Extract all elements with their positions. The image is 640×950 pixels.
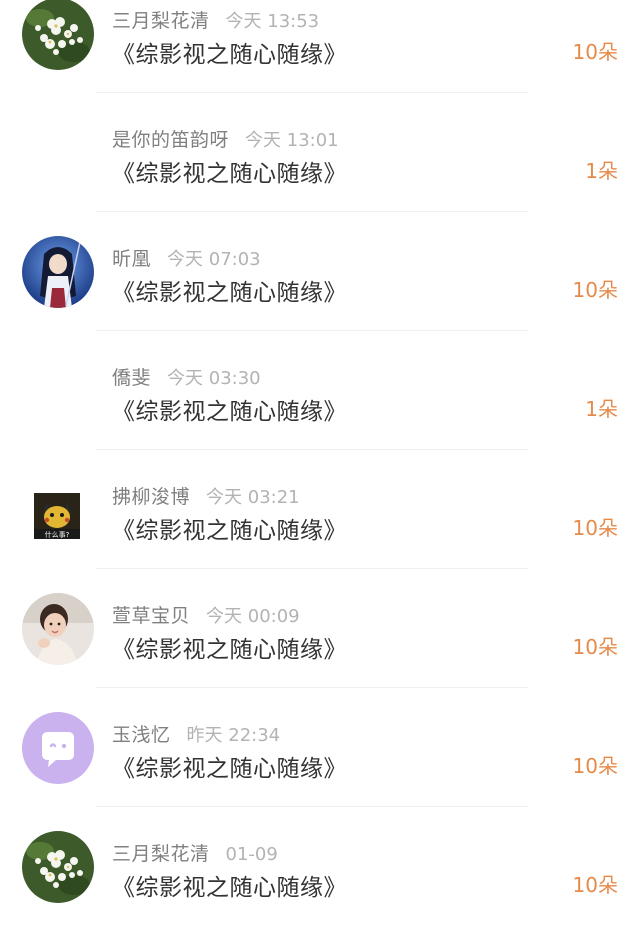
avatar-caption: 什么事? [45,530,70,539]
row-meta: 萱草宝贝 今天 00:09 [112,601,300,628]
work-title[interactable]: 《综影视之随心随缘》 [112,511,347,545]
username[interactable]: 拂柳浚博 [112,486,190,508]
pikachu-avatar-icon: 什么事? [34,493,80,539]
work-title[interactable]: 《综影视之随心随缘》 [112,868,347,902]
gift-count: 10朵 [572,516,618,540]
username[interactable]: 三月梨花清 [112,843,210,865]
list-item[interactable]: 昕凰 今天 07:03 《综影视之随心随缘》 10朵 [0,236,640,355]
list-item[interactable]: 萱草宝贝 今天 00:09 《综影视之随心随缘》 10朵 [0,593,640,712]
work-title[interactable]: 《综影视之随心随缘》 [112,392,347,426]
work-title[interactable]: 《综影视之随心随缘》 [112,35,347,69]
gift-record-list: 三月梨花清 今天 13:53 《综影视之随心随缘》 10朵 是你的笛韵呀 今天 13… [0,0,640,950]
row-meta: 三月梨花清 今天 13:53 [112,6,319,33]
list-item[interactable]: 是你的笛韵呀 今天 13:01 《综影视之随心随缘》 1朵 [0,117,640,236]
timestamp: 昨天 22:34 [186,725,281,746]
divider [96,92,528,93]
divider [96,211,528,212]
timestamp: 今天 13:53 [225,11,320,32]
row-meta: 拂柳浚博 今天 03:21 [112,482,300,509]
divider [96,330,528,331]
avatar[interactable] [22,236,94,308]
divider [96,568,528,569]
divider [96,449,528,450]
timestamp: 今天 07:03 [167,249,261,270]
flower-avatar-icon [22,831,94,903]
timestamp: 01-09 [225,844,278,865]
row-meta: 僑斐 今天 03:30 [112,363,261,390]
gift-count: 10朵 [572,754,618,778]
username[interactable]: 玉浅忆 [112,724,171,746]
timestamp: 今天 13:01 [245,130,339,151]
timestamp: 今天 03:30 [167,368,261,389]
avatar[interactable] [22,831,94,903]
timestamp: 今天 00:09 [206,606,300,627]
gift-count: 10朵 [572,873,618,897]
divider [96,687,528,688]
list-item[interactable]: 僑斐 今天 03:30 《综影视之随心随缘》 1朵 [0,355,640,474]
chat-bubble-avatar-icon [22,712,94,784]
row-meta: 三月梨花清 01-09 [112,839,278,866]
avatar[interactable] [22,0,94,70]
work-title[interactable]: 《综影视之随心随缘》 [112,630,347,664]
username[interactable]: 是你的笛韵呀 [112,129,229,151]
divider [96,806,528,807]
work-title[interactable]: 《综影视之随心随缘》 [112,154,347,188]
list-item[interactable]: 三月梨花清 01-09 《综影视之随心随缘》 10朵 [0,831,640,950]
avatar[interactable]: 什么事? [34,493,80,539]
avatar[interactable] [22,712,94,784]
work-title[interactable]: 《综影视之随心随缘》 [112,273,347,307]
gift-count: 1朵 [585,159,618,183]
list-item[interactable]: 三月梨花清 今天 13:53 《综影视之随心随缘》 10朵 [0,0,640,117]
row-meta: 玉浅忆 昨天 22:34 [112,720,280,747]
timestamp: 今天 03:21 [206,487,300,508]
username[interactable]: 三月梨花清 [112,10,210,32]
row-meta: 是你的笛韵呀 今天 13:01 [112,125,339,152]
list-item[interactable]: 什么事? 拂柳浚博 今天 03:21 《综影视之随心随缘》 10朵 [0,474,640,593]
gift-count: 10朵 [572,40,618,64]
gift-count: 10朵 [572,635,618,659]
gift-count: 10朵 [572,278,618,302]
username[interactable]: 昕凰 [112,248,151,270]
list-item[interactable]: 玉浅忆 昨天 22:34 《综影视之随心随缘》 10朵 [0,712,640,831]
username[interactable]: 萱草宝贝 [112,605,190,627]
row-meta: 昕凰 今天 07:03 [112,244,261,271]
child-photo-avatar-icon [22,593,94,665]
flower-avatar-icon [22,0,94,70]
username[interactable]: 僑斐 [112,367,151,389]
gift-count: 1朵 [585,397,618,421]
work-title[interactable]: 《综影视之随心随缘》 [112,749,347,783]
avatar[interactable] [22,593,94,665]
anime-girl-avatar-icon [22,236,94,308]
